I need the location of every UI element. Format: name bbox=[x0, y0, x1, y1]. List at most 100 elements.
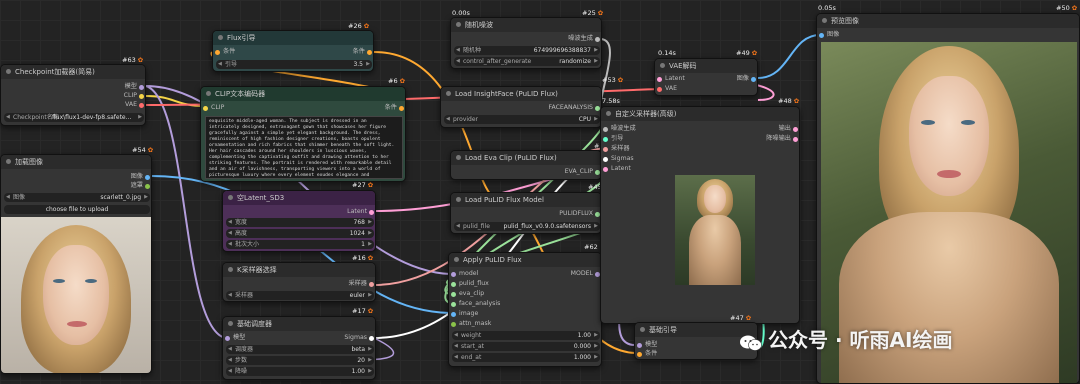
width-widget[interactable]: ◀ 宽度 768 ▶ bbox=[226, 218, 374, 227]
arrow-left-icon[interactable]: ◀ bbox=[6, 193, 10, 202]
input-conditioning-dot[interactable] bbox=[215, 50, 220, 55]
input-guider-dot[interactable] bbox=[603, 137, 608, 142]
checkpoint-name-widget[interactable]: ◀ Checkpoint名称 flux\flux1-dev-fp8.safete… bbox=[4, 113, 144, 122]
input-vae-dot[interactable] bbox=[657, 87, 662, 92]
arrow-right-icon[interactable]: ▶ bbox=[594, 222, 598, 231]
output-noise-dot[interactable] bbox=[595, 37, 600, 42]
node-vae-decode[interactable]: VAE解码 Latent VAE 图像 bbox=[654, 58, 758, 96]
arrow-left-icon[interactable]: ◀ bbox=[446, 115, 450, 124]
arrow-left-icon[interactable]: ◀ bbox=[228, 345, 232, 354]
input-model-dot[interactable] bbox=[225, 336, 230, 341]
node-load-insightface[interactable]: Load InsightFace (PuLID Flux) FACEANALYS… bbox=[440, 86, 602, 128]
output-dot[interactable] bbox=[793, 127, 798, 132]
node-checkpoint-loader[interactable]: Checkpoint加载器(简易) 模型 CLIP VAE ◀ Checkpoi… bbox=[0, 64, 146, 126]
seed-widget[interactable]: ◀ 随机种 674999696388837 ▶ bbox=[454, 46, 600, 55]
node-basic-scheduler[interactable]: 基础调度器 模型 Sigmas ◀ 调度器 beta ▶ ◀ 步数 20 ▶ ◀… bbox=[222, 316, 376, 380]
node-ksampler-select[interactable]: K采样器选择 采样器 ◀ 采样器 euler ▶ bbox=[222, 262, 376, 302]
input-image-dot[interactable] bbox=[819, 33, 824, 38]
arrow-left-icon[interactable]: ◀ bbox=[456, 57, 460, 66]
node-custom-sampler[interactable]: 自定义采样器(高级) 噪波生成 引导 采样器 Sigmas Latent 输出 … bbox=[600, 106, 800, 324]
arrow-right-icon[interactable]: ▶ bbox=[368, 367, 372, 376]
node-canvas[interactable]: #63 ✿ Checkpoint加载器(简易) 模型 CLIP VAE ◀ Ch… bbox=[0, 0, 1080, 384]
arrow-right-icon[interactable]: ▶ bbox=[594, 353, 598, 362]
output-clip-dot[interactable] bbox=[139, 94, 144, 99]
arrow-right-icon[interactable]: ▶ bbox=[368, 240, 372, 249]
steps-widget[interactable]: ◀ 步数 20 ▶ bbox=[226, 356, 374, 365]
arrow-right-icon[interactable]: ▶ bbox=[366, 60, 370, 69]
output-sigmas-dot[interactable] bbox=[369, 336, 374, 341]
upload-button[interactable]: choose file to upload bbox=[4, 205, 150, 214]
input-sampler-dot[interactable] bbox=[603, 147, 608, 152]
output-conditioning-dot[interactable] bbox=[399, 106, 404, 111]
output-latent-dot[interactable] bbox=[369, 210, 374, 215]
input-sigmas-dot[interactable] bbox=[603, 157, 608, 162]
provider-widget[interactable]: ◀ provider CPU ▶ bbox=[444, 115, 600, 124]
pulid-file-widget[interactable]: ◀ pulid_file pulid_flux_v0.9.0.safetenso… bbox=[454, 222, 600, 231]
output-denoised-dot[interactable] bbox=[793, 137, 798, 142]
input-pulid-flux-dot[interactable] bbox=[451, 282, 456, 287]
arrow-right-icon[interactable]: ▶ bbox=[594, 46, 598, 55]
arrow-left-icon[interactable]: ◀ bbox=[6, 113, 10, 122]
arrow-right-icon[interactable]: ▶ bbox=[368, 356, 372, 365]
arrow-right-icon[interactable]: ▶ bbox=[368, 291, 372, 300]
arrow-left-icon[interactable]: ◀ bbox=[228, 218, 232, 227]
sampler-widget[interactable]: ◀ 采样器 euler ▶ bbox=[226, 291, 374, 300]
arrow-left-icon[interactable]: ◀ bbox=[228, 291, 232, 300]
node-flux-guidance[interactable]: Flux引导 条件 条件 ◀ 引导 3.5 ▶ bbox=[212, 30, 374, 72]
denoise-widget[interactable]: ◀ 降噪 1.00 ▶ bbox=[226, 367, 374, 376]
input-face-analysis-dot[interactable] bbox=[451, 302, 456, 307]
input-model-dot[interactable] bbox=[637, 343, 642, 348]
end-at-widget[interactable]: ◀ end_at 1.000 ▶ bbox=[452, 353, 600, 362]
input-clip-dot[interactable] bbox=[203, 106, 208, 111]
arrow-left-icon[interactable]: ◀ bbox=[454, 342, 458, 351]
prompt-textarea[interactable]: exquisite middle-aged woman. The subject… bbox=[205, 116, 403, 179]
start-at-widget[interactable]: ◀ start_at 0.000 ▶ bbox=[452, 342, 600, 351]
output-conditioning-dot[interactable] bbox=[367, 50, 372, 55]
batch-size-widget[interactable]: ◀ 批次大小 1 ▶ bbox=[226, 240, 374, 249]
arrow-left-icon[interactable]: ◀ bbox=[454, 331, 458, 340]
node-load-eva-clip[interactable]: Load Eva Clip (PuLID Flux) EVA_CLIP bbox=[450, 150, 602, 180]
weight-widget[interactable]: ◀ weight 1.00 ▶ bbox=[452, 331, 600, 340]
node-empty-latent[interactable]: 空Latent_SD3 Latent ◀ 宽度 768 ▶ ◀ 高度 1024 … bbox=[222, 190, 376, 252]
arrow-left-icon[interactable]: ◀ bbox=[456, 46, 460, 55]
input-model-dot[interactable] bbox=[451, 272, 456, 277]
input-latent-dot[interactable] bbox=[603, 167, 608, 172]
guidance-widget[interactable]: ◀ 引导 3.5 ▶ bbox=[216, 60, 372, 69]
arrow-left-icon[interactable]: ◀ bbox=[456, 222, 460, 231]
arrow-right-icon[interactable]: ▶ bbox=[594, 115, 598, 124]
input-noise-dot[interactable] bbox=[603, 127, 608, 132]
arrow-right-icon[interactable]: ▶ bbox=[594, 342, 598, 351]
output-image-dot[interactable] bbox=[751, 77, 756, 82]
node-clip-text-encode[interactable]: CLIP文本编码器 CLIP 条件 exquisite middle-aged … bbox=[200, 86, 406, 182]
node-apply-pulid[interactable]: Apply PuLID Flux model pulid_flux eva_cl… bbox=[448, 252, 602, 367]
arrow-right-icon[interactable]: ▶ bbox=[594, 57, 598, 66]
output-image-dot[interactable] bbox=[145, 175, 150, 180]
arrow-right-icon[interactable]: ▶ bbox=[594, 331, 598, 340]
arrow-right-icon[interactable]: ▶ bbox=[368, 345, 372, 354]
arrow-right-icon[interactable]: ▶ bbox=[368, 218, 372, 227]
height-widget[interactable]: ◀ 高度 1024 ▶ bbox=[226, 229, 374, 238]
output-sampler-dot[interactable] bbox=[369, 282, 374, 287]
arrow-right-icon[interactable]: ▶ bbox=[368, 229, 372, 238]
input-latent-dot[interactable] bbox=[657, 77, 662, 82]
control-after-generate-widget[interactable]: ◀ control_after_generate randomize ▶ bbox=[454, 57, 600, 66]
output-vae-dot[interactable] bbox=[139, 103, 144, 108]
input-attn-mask-dot[interactable] bbox=[451, 322, 456, 327]
arrow-right-icon[interactable]: ▶ bbox=[138, 113, 142, 122]
image-select-widget[interactable]: ◀ 图像 scarlett_0.jpg ▶ bbox=[4, 193, 150, 202]
node-random-noise[interactable]: 随机噪波 噪波生成 ◀ 随机种 674999696388837 ▶ ◀ cont… bbox=[450, 17, 602, 69]
output-model-dot[interactable] bbox=[139, 85, 144, 90]
input-image-dot[interactable] bbox=[451, 312, 456, 317]
arrow-left-icon[interactable]: ◀ bbox=[228, 229, 232, 238]
input-eva-clip-dot[interactable] bbox=[451, 292, 456, 297]
arrow-left-icon[interactable]: ◀ bbox=[228, 356, 232, 365]
input-conditioning-dot[interactable] bbox=[637, 352, 642, 357]
arrow-right-icon[interactable]: ▶ bbox=[144, 193, 148, 202]
arrow-left-icon[interactable]: ◀ bbox=[228, 367, 232, 376]
arrow-left-icon[interactable]: ◀ bbox=[228, 240, 232, 249]
output-mask-dot[interactable] bbox=[145, 184, 150, 189]
arrow-left-icon[interactable]: ◀ bbox=[218, 60, 222, 69]
node-load-pulid-model[interactable]: Load PuLID Flux Model PULIDFLUX ◀ pulid_… bbox=[450, 192, 602, 234]
arrow-left-icon[interactable]: ◀ bbox=[454, 353, 458, 362]
node-load-image[interactable]: 加载图像 图像 遮罩 ◀ 图像 scarlett_0.jpg ▶ choose … bbox=[0, 154, 152, 374]
